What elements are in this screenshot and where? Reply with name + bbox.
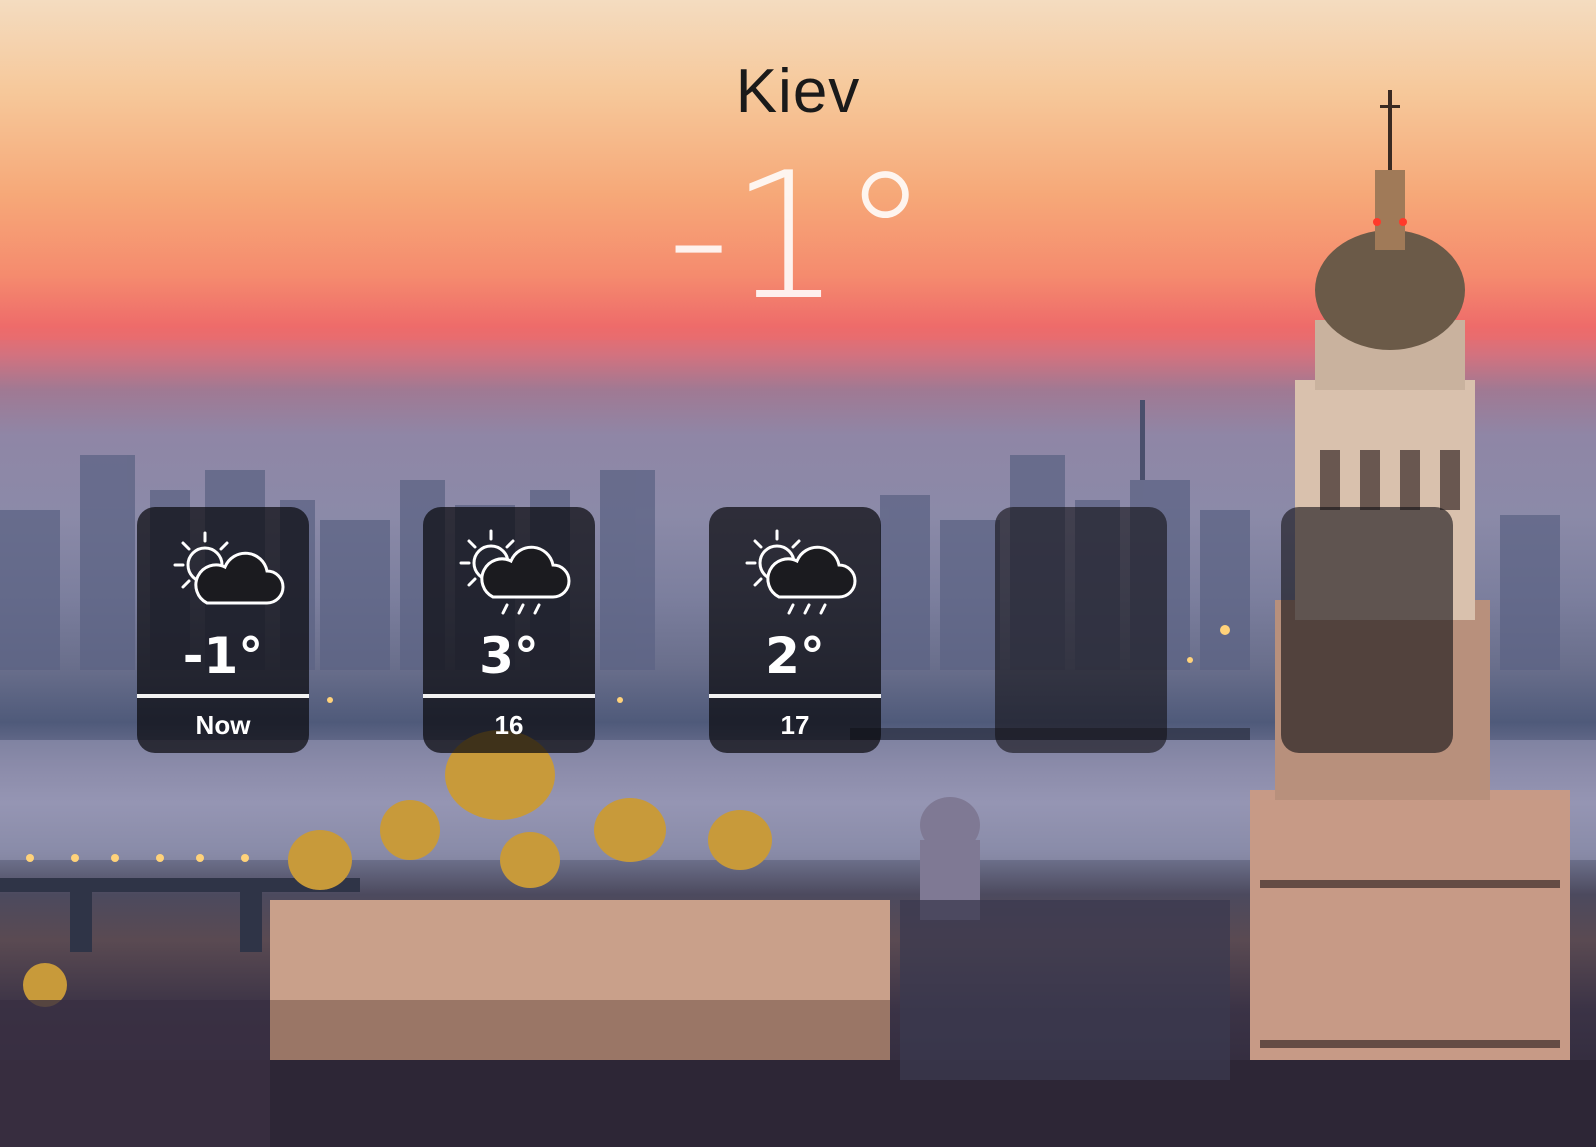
current-temperature: -1° — [667, 136, 929, 339]
sun-behind-rain-cloud-icon — [731, 525, 859, 621]
city-name: Kiev — [735, 57, 861, 126]
forecast-temperature: -1° — [182, 627, 264, 685]
forecast-label: Now — [195, 710, 251, 740]
forecast-divider — [423, 694, 595, 698]
forecast-card-17[interactable]: 2° 17 — [709, 507, 881, 753]
forecast-label: 16 — [494, 710, 524, 740]
forecast-card-now[interactable]: -1° Now — [137, 507, 309, 753]
forecast-temperature: 3° — [479, 627, 539, 685]
forecast-divider — [709, 694, 881, 698]
forecast-strip: -1° Now 3° 16 2° 17 — [137, 507, 1459, 753]
forecast-card-16[interactable]: 3° 16 — [423, 507, 595, 753]
forecast-card-empty[interactable] — [995, 507, 1167, 753]
sun-behind-rain-cloud-icon — [445, 525, 573, 621]
forecast-divider — [137, 694, 309, 698]
forecast-card-empty[interactable] — [1281, 507, 1453, 753]
forecast-temperature: 2° — [765, 627, 825, 685]
forecast-label: 17 — [780, 710, 810, 740]
sun-behind-cloud-icon — [159, 525, 287, 621]
